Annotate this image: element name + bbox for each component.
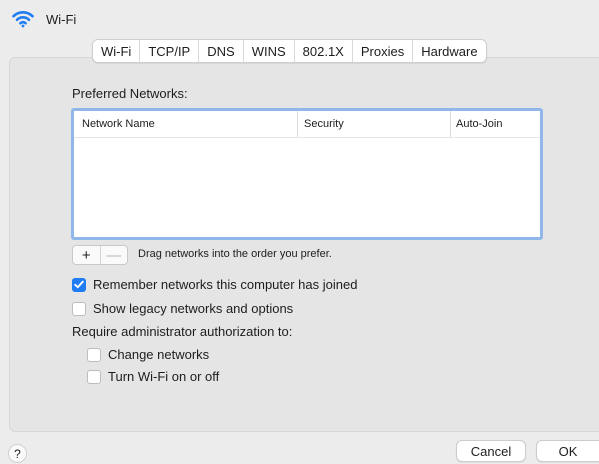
- turn-wifi-checkbox[interactable]: [87, 369, 101, 384]
- cancel-button[interactable]: Cancel: [456, 440, 526, 462]
- tab-tcpip[interactable]: TCP/IP: [139, 40, 198, 62]
- table-header: Network Name Security Auto-Join: [74, 111, 540, 138]
- tab-wins[interactable]: WINS: [242, 40, 294, 62]
- preferred-networks-table[interactable]: Network Name Security Auto-Join: [71, 108, 543, 240]
- change-networks-option[interactable]: Change networks: [87, 347, 209, 362]
- column-security[interactable]: Security: [297, 111, 450, 137]
- remember-networks-option[interactable]: Remember networks this computer has join…: [72, 277, 357, 292]
- ok-button[interactable]: OK: [536, 440, 599, 462]
- window-title: Wi-Fi: [46, 11, 77, 27]
- turn-wifi-label: Turn Wi-Fi on or off: [108, 369, 220, 384]
- tab-dns[interactable]: DNS: [198, 40, 242, 62]
- tab-8021x[interactable]: 802.1X: [293, 40, 352, 62]
- require-admin-label: Require administrator authorization to:: [72, 324, 293, 339]
- add-remove-control: + —: [72, 245, 128, 265]
- column-network-name[interactable]: Network Name: [74, 111, 297, 137]
- remember-networks-checkbox[interactable]: [72, 277, 86, 292]
- remove-network-button[interactable]: —: [99, 246, 128, 264]
- window-header: Wi-Fi: [12, 8, 76, 30]
- checkmark-icon: [74, 280, 84, 289]
- legacy-networks-label: Show legacy networks and options: [93, 301, 294, 316]
- add-network-button[interactable]: +: [73, 246, 100, 264]
- legacy-networks-option[interactable]: Show legacy networks and options: [72, 301, 293, 316]
- wifi-icon: [12, 10, 34, 28]
- turn-wifi-option[interactable]: Turn Wi-Fi on or off: [87, 369, 219, 384]
- tab-wifi[interactable]: Wi-Fi: [93, 40, 140, 62]
- remember-networks-label: Remember networks this computer has join…: [93, 277, 358, 292]
- column-auto-join[interactable]: Auto-Join: [450, 111, 540, 137]
- legacy-networks-checkbox[interactable]: [72, 301, 86, 316]
- tab-hardware[interactable]: Hardware: [412, 40, 485, 62]
- help-button[interactable]: ?: [8, 444, 27, 463]
- change-networks-checkbox[interactable]: [87, 347, 101, 362]
- preferred-networks-label: Preferred Networks:: [72, 86, 188, 101]
- tab-proxies[interactable]: Proxies: [351, 40, 412, 62]
- drag-hint-text: Drag networks into the order you prefer.: [138, 248, 332, 260]
- change-networks-label: Change networks: [108, 347, 210, 362]
- tab-bar: Wi-Fi TCP/IP DNS WINS 802.1X Proxies Har…: [92, 39, 487, 63]
